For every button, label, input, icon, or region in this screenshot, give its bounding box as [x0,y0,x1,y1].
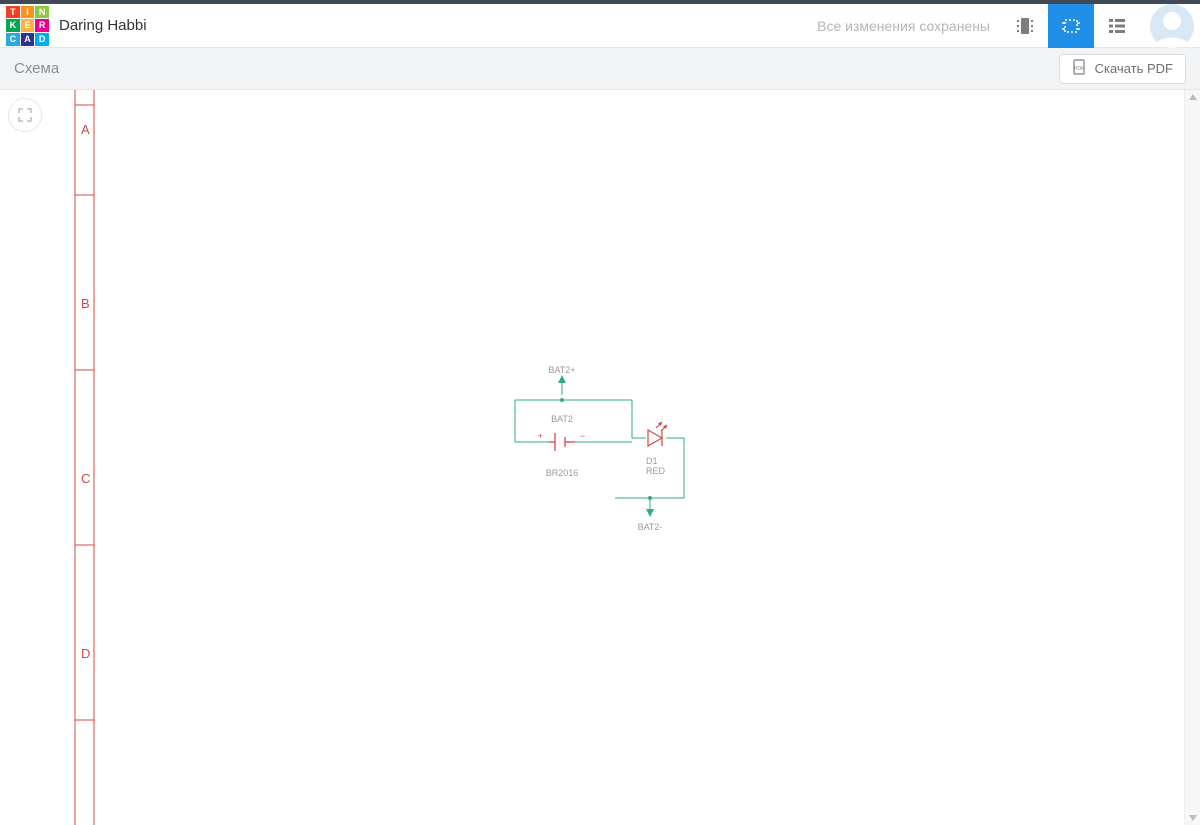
ruler-row-label: C [81,471,90,486]
net-label-top: BAT2+ [548,365,575,375]
horizontal-scrollbar[interactable] [0,820,1184,825]
download-pdf-button[interactable]: PDF Скачать PDF [1059,54,1186,84]
canvas-area[interactable]: A B C D [0,90,1200,825]
project-title[interactable]: Daring Habbi [59,17,147,34]
save-status: Все изменения сохранены [817,18,990,34]
battery-minus: − [580,431,585,441]
logo-letter: E [21,19,35,32]
logo-letter: D [35,33,49,46]
logo-letter: A [21,33,35,46]
logo-letter: K [6,19,20,32]
view-list-button[interactable] [1094,4,1140,48]
tinkercad-logo[interactable]: T I N K E R C A D [6,6,49,46]
logo-letter: C [6,33,20,46]
pdf-icon: PDF [1072,59,1088,78]
component-battery[interactable] [549,433,575,451]
component-led[interactable] [648,422,667,446]
ruler-row-label: A [81,122,90,137]
svg-text:PDF: PDF [1074,66,1084,72]
view-components-button[interactable] [1002,4,1048,48]
led-ref: D1 [646,456,658,466]
subheader: Схема PDF Скачать PDF [0,48,1200,90]
schematic-canvas[interactable]: A B C D [0,90,1184,825]
app-header: T I N K E R C A D Daring Habbi Все измен… [0,4,1200,48]
logo-letter: R [35,19,49,32]
ruler-row-label: D [81,646,90,661]
logo-letter: T [6,6,20,19]
battery-ref: BAT2 [551,414,573,424]
vertical-scrollbar[interactable] [1184,90,1200,825]
view-schematic-button[interactable] [1048,4,1094,48]
schematic-wires[interactable] [515,375,684,517]
user-avatar[interactable] [1150,4,1194,48]
download-pdf-label: Скачать PDF [1095,61,1173,76]
page-mode-title: Схема [14,60,59,77]
battery-value: BR2016 [546,468,579,478]
ruler-row-label: B [81,296,90,311]
logo-letter: I [21,6,35,19]
led-value: RED [646,466,666,476]
net-label-bottom: BAT2- [638,522,663,532]
battery-plus: + [538,431,543,441]
logo-letter: N [35,6,49,19]
